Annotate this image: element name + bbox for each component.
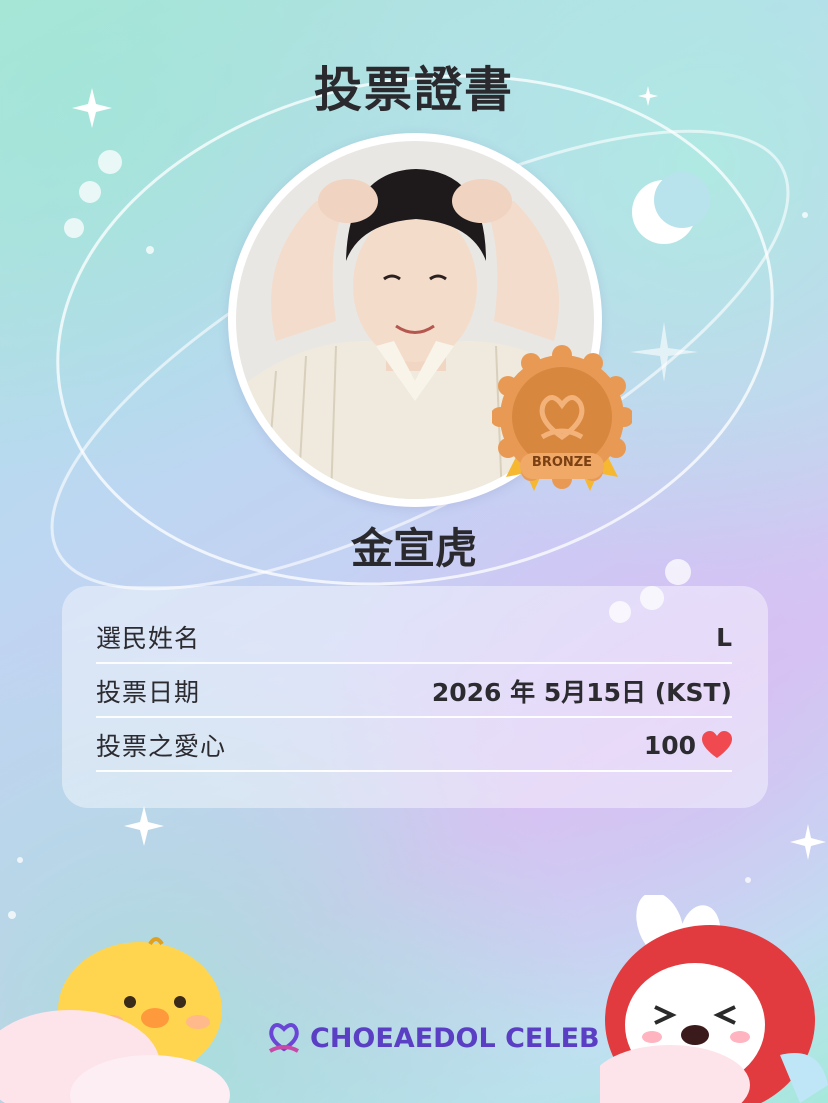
detail-label: 投票日期 — [96, 678, 201, 707]
chick-mascot — [0, 937, 230, 1103]
detail-value: L — [716, 622, 732, 652]
detail-label: 選民姓名 — [96, 624, 201, 653]
heart-icon — [702, 731, 732, 758]
moon-icon — [632, 172, 710, 244]
certificate-title: 投票證書 — [313, 62, 514, 118]
detail-row-hearts: 投票之愛心 100 — [96, 720, 732, 772]
rabbit-mascot — [600, 895, 828, 1103]
detail-value: 2026 年 5月15日 (KST) — [431, 678, 732, 707]
brand-name: CHOEAEDOL CELEB — [310, 1022, 600, 1054]
candidate-name: 金宣虎 — [350, 524, 477, 573]
detail-row-date: 投票日期 2026 年 5月15日 (KST) — [96, 666, 732, 718]
details-card: 選民姓名 L 投票日期 2026 年 5月15日 (KST) 投票之愛心 100 — [62, 586, 768, 808]
badge-label: BRONZE — [531, 455, 593, 470]
detail-value-wrap: 100 — [644, 731, 732, 760]
detail-row-voter: 選民姓名 L — [96, 612, 732, 664]
hearts-count: 100 — [643, 730, 696, 760]
brand-logo: CHOEAEDOL CELEB — [264, 1018, 600, 1058]
bronze-badge: BRONZE — [490, 345, 634, 505]
detail-label: 投票之愛心 — [96, 732, 227, 761]
heart-knot-logo-icon — [269, 1023, 299, 1053]
